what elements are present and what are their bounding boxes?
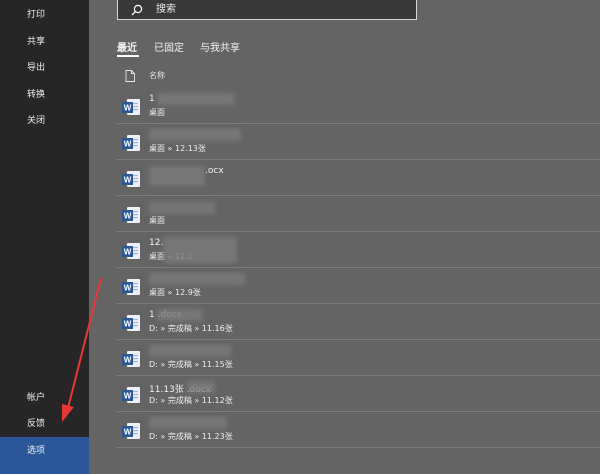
nav-options[interactable]: 选项 [0, 437, 89, 474]
row-divider [117, 447, 600, 448]
tab-shared-with-me[interactable]: 与我共享 [200, 39, 240, 54]
word-doc-icon: W [122, 135, 140, 151]
word-doc-icon: W [122, 351, 140, 367]
redaction-blur [157, 93, 235, 105]
list-item[interactable]: W D: » 完成稿 » 11.23张 [117, 412, 600, 447]
file-name: 1 [149, 94, 155, 104]
nav-account[interactable]: 帐户 [0, 385, 89, 411]
search-box[interactable]: 搜索 [117, 0, 417, 20]
redaction-blur [149, 202, 215, 214]
word-doc-icon: W [122, 315, 140, 331]
redaction-blur [163, 237, 237, 263]
file-path: D: » 完成稿 » 11.23张 [149, 432, 233, 441]
redaction-blur [149, 417, 227, 429]
file-icon [125, 70, 135, 82]
recent-files-panel: 搜索 最近 已固定 与我共享 名称 W 1 桌面 W 桌面 » 12.13张 W… [89, 0, 600, 474]
svg-text:W: W [124, 392, 132, 401]
file-path: 桌面 » 12.13张 [149, 144, 206, 153]
file-path: D: » 完成稿 » 11.12张 [149, 396, 233, 405]
list-item[interactable]: W 12. 桌面 » 12.1 [117, 232, 600, 267]
redaction-blur [157, 309, 203, 321]
column-name-header[interactable]: 名称 [149, 66, 165, 86]
word-doc-icon: W [122, 171, 140, 187]
search-input[interactable]: 搜索 [156, 0, 176, 20]
svg-text:W: W [124, 284, 132, 293]
list-item[interactable]: W D: » 完成稿 » 11.15张 [117, 340, 600, 375]
svg-text:W: W [124, 176, 132, 185]
svg-text:W: W [124, 212, 132, 221]
svg-text:W: W [124, 248, 132, 257]
file-path: 桌面 [149, 108, 165, 117]
tab-recent[interactable]: 最近 [117, 39, 137, 54]
redaction-blur [149, 345, 231, 357]
nav-share[interactable]: 共享 [0, 29, 89, 55]
nav-print[interactable]: 打印 [0, 2, 89, 28]
file-path: D: » 完成稿 » 11.16张 [149, 324, 233, 333]
redaction-blur [149, 129, 241, 141]
list-item[interactable]: W 桌面 » 12.13张 [117, 124, 600, 159]
word-doc-icon: W [122, 99, 140, 115]
word-doc-icon: W [122, 423, 140, 439]
nav-export[interactable]: 导出 [0, 55, 89, 81]
redaction-blur [149, 273, 245, 285]
word-doc-icon: W [122, 387, 140, 403]
file-path: 桌面 [149, 216, 165, 225]
list-item[interactable]: W 桌面 [117, 196, 600, 231]
svg-text:W: W [124, 140, 132, 149]
search-icon [131, 4, 143, 16]
nav-close[interactable]: 关闭 [0, 108, 89, 134]
nav-convert[interactable]: 转换 [0, 82, 89, 108]
list-item[interactable]: W 1 .docx D: » 完成稿 » 11.16张 [117, 304, 600, 339]
word-doc-icon: W [122, 207, 140, 223]
redaction-blur [187, 381, 215, 393]
file-path: D: » 完成稿 » 11.15张 [149, 360, 233, 369]
file-name: .ocx [205, 166, 224, 176]
list-item[interactable]: W 1 桌面 [117, 88, 600, 123]
word-doc-icon: W [122, 243, 140, 259]
tab-pinned[interactable]: 已固定 [154, 39, 184, 54]
list-header: 名称 [117, 66, 600, 86]
file-name: 12. [149, 238, 164, 248]
file-path: 桌面 » 12.9张 [149, 288, 201, 297]
list-item[interactable]: W .ocx [117, 160, 600, 195]
svg-text:W: W [124, 428, 132, 437]
active-tab-indicator [117, 55, 139, 57]
redaction-blur [149, 166, 205, 186]
list-item[interactable]: W 11.13张 .docx D: » 完成稿 » 11.12张 [117, 376, 600, 411]
nav-feedback[interactable]: 反馈 [0, 411, 89, 437]
svg-text:W: W [124, 104, 132, 113]
list-item[interactable]: W 桌面 » 12.9张 [117, 268, 600, 303]
svg-text:W: W [124, 356, 132, 365]
word-doc-icon: W [122, 279, 140, 295]
backstage-sidebar: 打印 共享 导出 转换 关闭 帐户 反馈 选项 [0, 0, 89, 474]
svg-text:W: W [124, 320, 132, 329]
